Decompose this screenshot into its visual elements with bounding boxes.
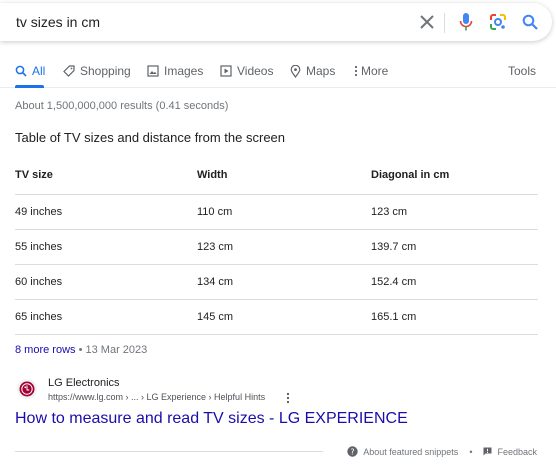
tab-label: Shopping — [80, 64, 131, 78]
table-cell: 60 inches — [15, 264, 197, 300]
tab-label: Maps — [306, 64, 336, 78]
snippet-footer: ? About featured snippets • Feedback — [347, 446, 537, 457]
feedback-icon — [483, 447, 492, 456]
clear-icon[interactable] — [417, 12, 437, 32]
tab-videos[interactable]: Videos — [220, 64, 273, 78]
tab-images[interactable]: Images — [147, 64, 203, 78]
microphone-icon[interactable] — [456, 12, 476, 32]
search-divider — [444, 13, 445, 33]
table-cell: 55 inches — [15, 229, 197, 265]
more-rows-link[interactable]: 8 more rows — [15, 344, 76, 356]
table-header-cell: TV size — [15, 157, 197, 195]
divider — [15, 451, 323, 452]
tools-button[interactable]: Tools — [508, 64, 536, 78]
result-title-link[interactable]: How to measure and read TV sizes - LG EX… — [15, 410, 408, 428]
more-rows-line: 8 more rows • 13 Mar 2023 — [15, 344, 147, 356]
table-cell: 65 inches — [15, 299, 197, 335]
search-submit-icon[interactable] — [520, 12, 540, 32]
help-icon: ? — [347, 446, 358, 457]
active-tab-indicator — [15, 85, 44, 88]
table-cell: 139.7 cm — [371, 229, 538, 265]
table-cell: 165.1 cm — [371, 299, 538, 335]
map-pin-icon — [290, 64, 301, 78]
table-cell: 152.4 cm — [371, 264, 538, 300]
lens-camera-icon[interactable] — [488, 12, 508, 32]
tab-maps[interactable]: Maps — [290, 64, 335, 78]
more-vert-icon — [354, 65, 358, 77]
table-cell: 134 cm — [197, 264, 371, 300]
source-url[interactable]: https://www.lg.com › ... › LG Experience… — [48, 392, 265, 402]
table-cell: 123 cm — [197, 229, 371, 265]
search-input[interactable]: tv sizes in cm — [16, 14, 100, 30]
search-tabs: All Shopping Images Videos Maps More Too… — [0, 56, 556, 88]
tab-label: All — [32, 64, 46, 78]
tag-icon — [63, 65, 75, 77]
play-icon — [220, 65, 232, 77]
result-stats: About 1,500,000,000 results (0.41 second… — [15, 100, 229, 112]
snippet-table: TV size Width Diagonal in cm 49 inches 1… — [15, 157, 538, 335]
table-row: 55 inches 123 cm 139.7 cm — [15, 229, 538, 265]
table-header-cell: Width — [197, 157, 371, 195]
table-cell: 49 inches — [15, 194, 197, 230]
about-featured-snippets-link[interactable]: About featured snippets — [363, 447, 458, 457]
feedback-link[interactable]: Feedback — [497, 447, 537, 457]
table-row: 49 inches 110 cm 123 cm — [15, 194, 538, 230]
snippet-title: Table of TV sizes and distance from the … — [15, 130, 286, 145]
table-cell: 123 cm — [371, 194, 538, 230]
lg-logo-icon — [17, 379, 37, 399]
tab-label: Videos — [237, 64, 274, 78]
source-name[interactable]: LG Electronics — [48, 377, 120, 389]
table-row: 60 inches 134 cm 152.4 cm — [15, 264, 538, 300]
tab-all[interactable]: All — [15, 64, 45, 78]
table-header-cell: Diagonal in cm — [371, 157, 538, 195]
table-header-row: TV size Width Diagonal in cm — [15, 157, 538, 195]
table-cell: 145 cm — [197, 299, 371, 335]
search-bar[interactable]: tv sizes in cm — [0, 3, 552, 41]
table-row: 65 inches 145 cm 165.1 cm — [15, 299, 538, 335]
bullet-separator: • — [469, 446, 473, 457]
image-icon — [147, 65, 159, 77]
tab-shopping[interactable]: Shopping — [63, 64, 131, 78]
tab-more[interactable]: More — [354, 64, 388, 78]
tab-label: Images — [164, 64, 204, 78]
snippet-date: 13 Mar 2023 — [85, 344, 148, 356]
table-cell: 110 cm — [197, 194, 371, 230]
more-vert-icon[interactable] — [286, 391, 296, 404]
bullet-separator: • — [78, 344, 83, 356]
svg-text:?: ? — [351, 447, 355, 456]
tab-label: More — [361, 64, 389, 78]
search-icon — [15, 65, 27, 77]
